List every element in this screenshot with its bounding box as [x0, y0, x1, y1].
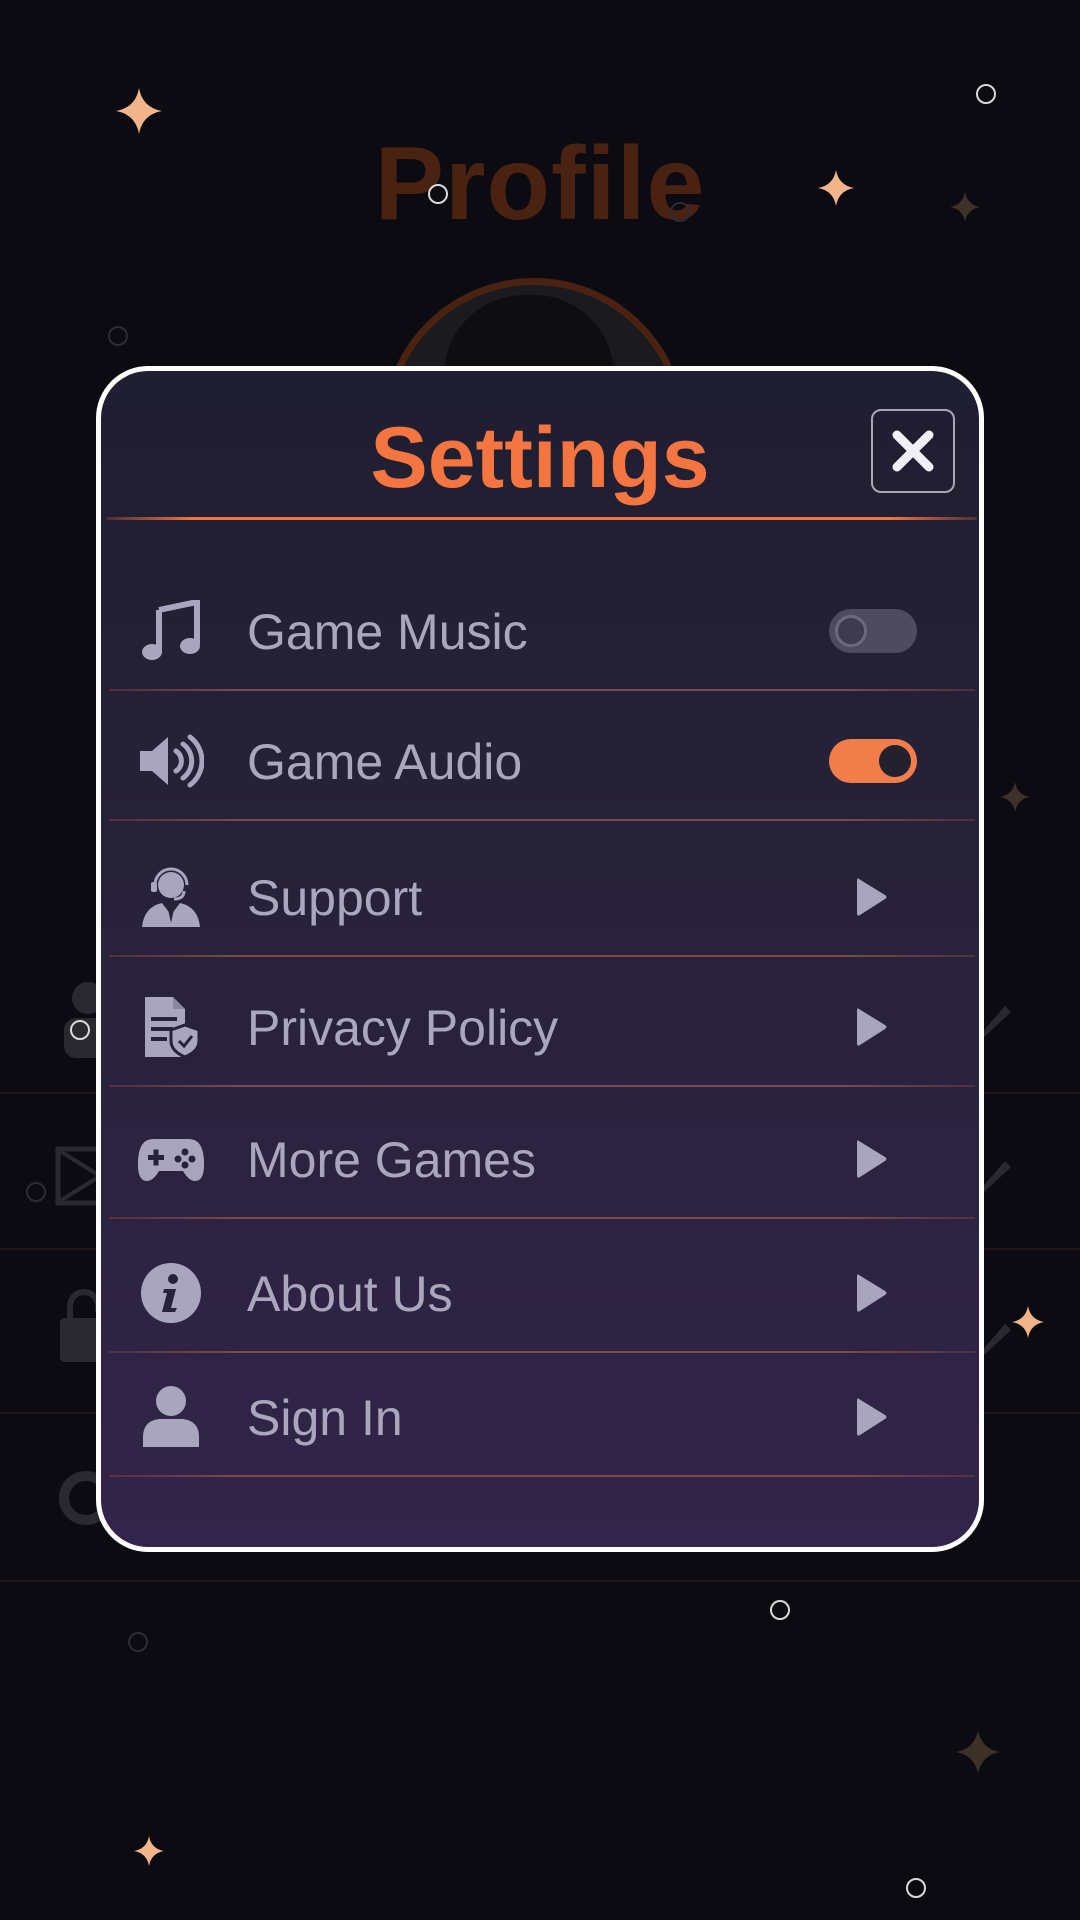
- decor-ring: [70, 1020, 90, 1040]
- speaker-icon: [137, 727, 205, 795]
- settings-item-label: About Us: [247, 1266, 453, 1322]
- settings-item-game-music[interactable]: Game Music: [101, 571, 979, 691]
- close-button[interactable]: [871, 409, 955, 493]
- decor-ring: [976, 84, 996, 104]
- row-divider: [109, 955, 975, 957]
- chevron-right-icon[interactable]: [853, 1005, 889, 1049]
- sparkle-icon: [134, 1836, 164, 1866]
- title-divider: [107, 517, 977, 520]
- row-divider: [109, 1475, 975, 1477]
- chevron-right-icon[interactable]: [853, 875, 889, 919]
- sparkle-icon: [1012, 1306, 1044, 1338]
- music-note-icon: [137, 597, 205, 665]
- settings-item-support[interactable]: Support: [101, 837, 979, 957]
- settings-item-label: Support: [247, 870, 423, 926]
- settings-title: Settings: [370, 410, 710, 506]
- decor-ring: [670, 202, 690, 222]
- settings-item-privacy-policy[interactable]: Privacy Policy: [101, 967, 979, 1087]
- settings-dialog: Settings Game Music Game Audio Support P…: [96, 366, 984, 1552]
- decor-ring: [770, 1600, 790, 1620]
- gamepad-icon: [137, 1125, 205, 1193]
- decor-ring: [906, 1878, 926, 1898]
- decor-ring: [128, 1632, 148, 1652]
- game-audio-toggle[interactable]: [829, 739, 917, 783]
- settings-item-label: More Games: [247, 1132, 536, 1188]
- sparkle-icon: [1000, 782, 1030, 812]
- settings-item-about-us[interactable]: About Us: [101, 1233, 979, 1353]
- row-divider: [109, 1351, 975, 1353]
- chevron-right-icon[interactable]: [853, 1137, 889, 1181]
- sparkle-icon: [116, 88, 162, 134]
- row-divider: [109, 1085, 975, 1087]
- chevron-right-icon[interactable]: [853, 1271, 889, 1315]
- close-icon: [892, 430, 934, 472]
- game-music-toggle[interactable]: [829, 609, 917, 653]
- settings-item-game-audio[interactable]: Game Audio: [101, 701, 979, 821]
- settings-item-label: Game Music: [247, 604, 528, 660]
- decor-ring: [26, 1182, 46, 1202]
- chevron-right-icon[interactable]: [853, 1395, 889, 1439]
- sparkle-icon: [950, 192, 980, 222]
- background-divider: [0, 1580, 1080, 1582]
- settings-item-label: Sign In: [247, 1390, 403, 1446]
- sparkle-icon: [956, 1730, 1000, 1774]
- background-page-title: Profile: [374, 126, 706, 242]
- sparkle-icon: [818, 170, 854, 206]
- settings-item-label: Privacy Policy: [247, 1000, 559, 1056]
- privacy-document-icon: [137, 993, 205, 1061]
- toggle-knob: [879, 745, 911, 777]
- user-icon: [137, 1383, 205, 1451]
- settings-item-label: Game Audio: [247, 734, 523, 790]
- toggle-knob: [835, 615, 867, 647]
- decor-ring: [108, 326, 128, 346]
- support-agent-icon: [137, 863, 205, 931]
- settings-item-sign-in[interactable]: Sign In: [101, 1357, 979, 1477]
- decor-ring: [428, 184, 448, 204]
- row-divider: [109, 819, 975, 821]
- settings-item-more-games[interactable]: More Games: [101, 1099, 979, 1219]
- info-icon: [137, 1259, 205, 1327]
- row-divider: [109, 1217, 975, 1219]
- row-divider: [109, 689, 975, 691]
